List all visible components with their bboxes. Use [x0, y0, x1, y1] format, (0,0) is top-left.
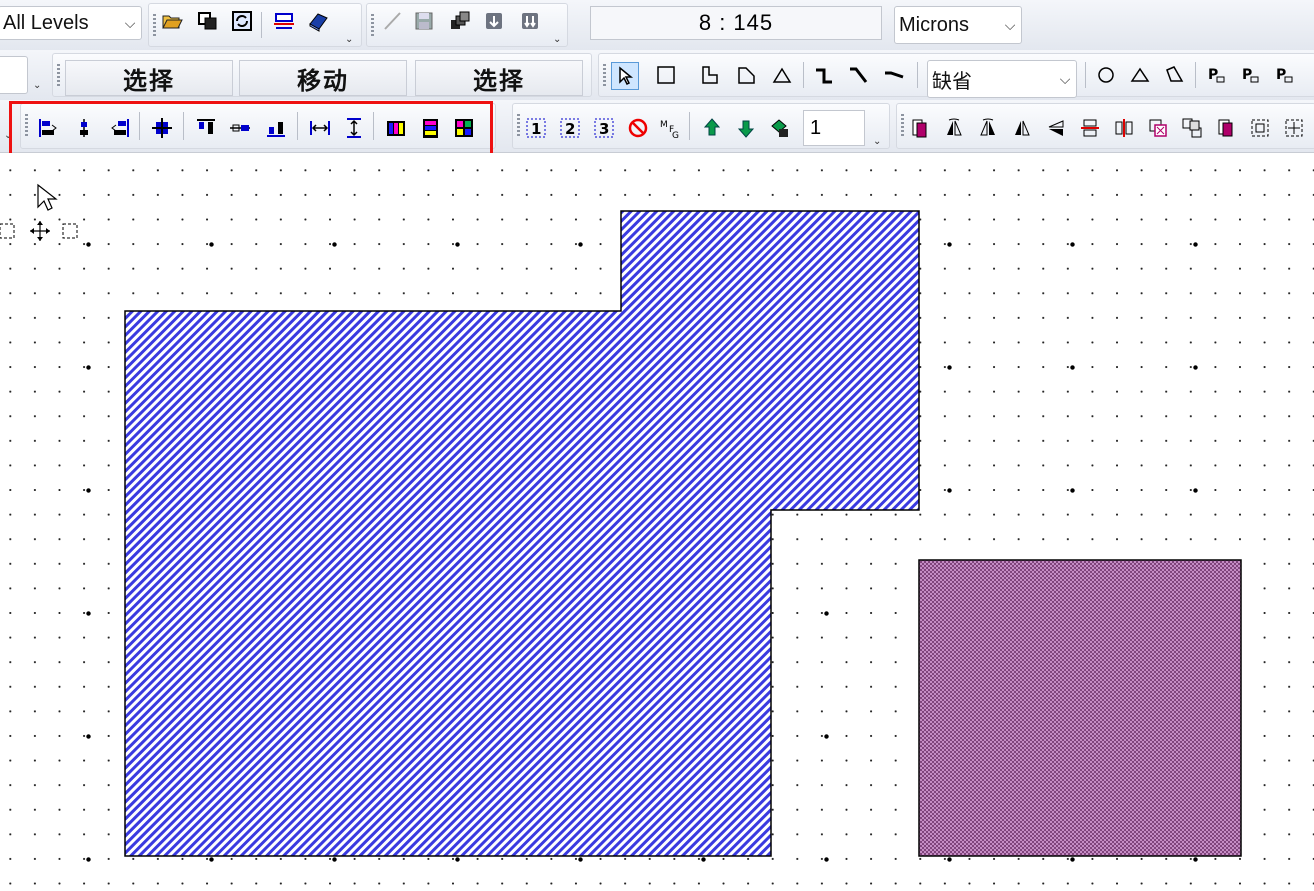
file-toolbar: ⌄: [148, 3, 362, 47]
toolbar-overflow-chevron[interactable]: ⌄: [553, 34, 561, 45]
number-two-icon[interactable]: 2: [557, 115, 583, 141]
origin-marker-icon: [0, 221, 78, 241]
toolbar-overflow-chevron[interactable]: ⌄: [345, 34, 353, 45]
edit-toolbar: ⌄: [366, 3, 568, 47]
bounding-box-icon[interactable]: [1247, 115, 1273, 141]
move-mode-button[interactable]: 移动: [239, 60, 407, 96]
purple-rectangle-shape[interactable]: [918, 559, 1242, 857]
chevron-down-icon: ⌵: [1004, 16, 1016, 33]
port-label-icon[interactable]: P: [1203, 62, 1229, 88]
select-mode-button[interactable]: 选择: [65, 60, 233, 96]
triangle-icon[interactable]: [769, 62, 795, 88]
units-combo-label: Microns: [899, 13, 970, 36]
toolbar-row-1: All Levels ⌵ ⌄ ⌄ 8 : 145 Microns ⌵: [0, 0, 1314, 51]
save-disk-icon[interactable]: [411, 8, 437, 34]
rotate-left-icon[interactable]: [941, 115, 967, 141]
layer-number-field[interactable]: 1: [803, 110, 865, 146]
center-box-icon[interactable]: [1281, 115, 1307, 141]
rectangle-icon[interactable]: [653, 62, 679, 88]
mouse-cursor-icon: [37, 183, 58, 211]
mirror-horizontal-icon[interactable]: [1009, 115, 1035, 141]
pie-wedge-icon[interactable]: [1161, 62, 1187, 88]
mirror-vertical-icon[interactable]: [1043, 115, 1069, 141]
flip-top-bottom-icon[interactable]: [1077, 115, 1103, 141]
layout-shapes: [124, 210, 1242, 857]
units-combo[interactable]: Microns ⌵: [894, 6, 1022, 44]
step-down-all-icon[interactable]: [517, 8, 543, 34]
pencil-icon[interactable]: [379, 8, 405, 34]
highlight-annotation: [9, 101, 493, 160]
svg-text:G: G: [672, 131, 679, 139]
drawing-toolbar: 缺省 ⌵ P P P: [598, 53, 1314, 98]
blue-polygon-shape[interactable]: [124, 210, 920, 857]
numbering-toolbar: 1 2 3 MFG 1 ⌄: [512, 103, 890, 149]
style-combo[interactable]: 缺省 ⌵: [927, 60, 1077, 98]
circle-icon[interactable]: [1093, 62, 1119, 88]
style-combo-label: 缺省: [932, 70, 972, 93]
pointer-arrow-icon[interactable]: [611, 62, 639, 90]
svg-text:M: M: [660, 120, 668, 130]
mode-toolbar: 选择 移动 选择: [52, 53, 592, 97]
wire-line-icon[interactable]: [881, 62, 907, 88]
copy-layer-icon[interactable]: [1213, 115, 1239, 141]
select-mode-button-2[interactable]: 选择: [415, 60, 583, 96]
layout-canvas[interactable]: [0, 153, 1314, 891]
coordinate-readout: 8 : 145: [590, 6, 882, 40]
number-one-icon[interactable]: 1: [523, 115, 549, 141]
library-book-icon[interactable]: [305, 8, 331, 34]
toolbar-overflow-chevron[interactable]: ⌄: [873, 136, 881, 147]
no-numbering-icon[interactable]: [625, 115, 651, 141]
number-three-icon[interactable]: 3: [591, 115, 617, 141]
open-folder-icon[interactable]: [159, 8, 185, 34]
boolean-subtract-icon[interactable]: [1145, 115, 1171, 141]
port-label-icon-2[interactable]: P: [1237, 62, 1263, 88]
wire-bend-icon[interactable]: [811, 62, 837, 88]
chevron-down-icon: ⌵: [1059, 70, 1071, 87]
svg-text:2: 2: [565, 120, 575, 138]
rotate-right-icon[interactable]: [975, 115, 1001, 141]
refresh-icon[interactable]: [229, 8, 255, 34]
levels-combo-label: All Levels: [3, 11, 89, 34]
mfg-grid-icon[interactable]: MFG: [657, 115, 683, 141]
flip-copy-icon[interactable]: [907, 115, 933, 141]
triangle-outline-icon[interactable]: [1127, 62, 1153, 88]
trapezoid-icon[interactable]: [733, 62, 759, 88]
port-label-icon-3[interactable]: P: [1271, 62, 1297, 88]
layer-stack-icon[interactable]: [767, 115, 793, 141]
toolbar-overflow-chevron[interactable]: ⌄: [33, 80, 41, 91]
wire-diagonal-icon[interactable]: [845, 62, 871, 88]
step-down-icon[interactable]: [481, 8, 507, 34]
layer-up-icon[interactable]: [699, 115, 725, 141]
cascade-windows-icon[interactable]: [447, 8, 473, 34]
polygon-icon[interactable]: [697, 62, 723, 88]
print-layout-icon[interactable]: [271, 8, 297, 34]
svg-text:3: 3: [599, 120, 609, 138]
toolbar-row-2: ⌄ 选择 移动 选择 缺省 ⌵ P P P: [0, 50, 1314, 101]
flip-left-right-icon[interactable]: [1111, 115, 1137, 141]
copy-cells-icon[interactable]: [195, 8, 221, 34]
levels-combo[interactable]: All Levels ⌵: [0, 6, 142, 40]
transform-toolbar: [896, 103, 1314, 149]
layer-down-icon[interactable]: [733, 115, 759, 141]
chevron-down-icon: ⌵: [124, 14, 136, 31]
partial-combo[interactable]: [0, 56, 28, 94]
svg-text:1: 1: [531, 120, 541, 138]
group-shapes-icon[interactable]: [1179, 115, 1205, 141]
